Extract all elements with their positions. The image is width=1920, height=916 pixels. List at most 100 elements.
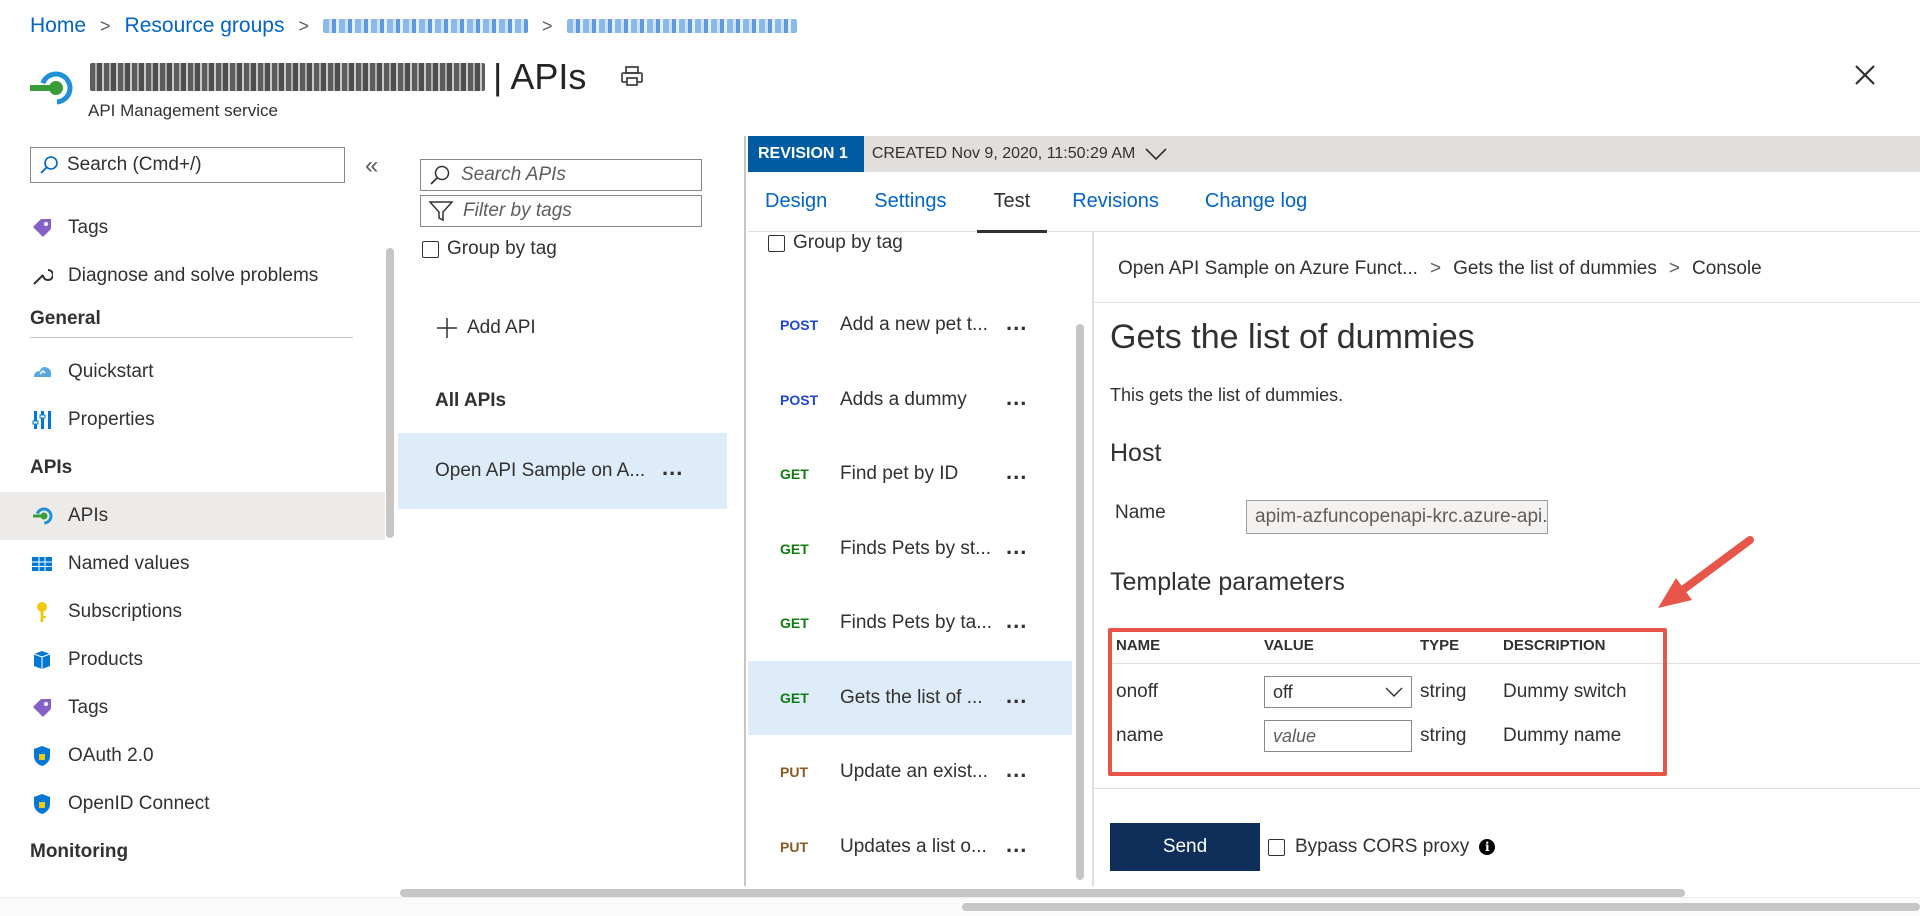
page-subtitle: API Management service bbox=[88, 101, 278, 120]
horizontal-scrollbar[interactable] bbox=[400, 889, 1685, 897]
operation-item[interactable]: PUT Updates a list o... ... bbox=[748, 810, 1072, 884]
table-icon bbox=[30, 552, 54, 576]
revision-created[interactable]: CREATED Nov 9, 2020, 11:50:29 AM bbox=[872, 145, 1168, 163]
console-breadcrumb-api[interactable]: Open API Sample on Azure Funct... bbox=[1118, 258, 1418, 280]
sidebar-item-label: OAuth 2.0 bbox=[68, 745, 154, 766]
checkbox[interactable] bbox=[768, 234, 785, 252]
divider bbox=[1094, 302, 1920, 303]
breadcrumb-service-redacted[interactable] bbox=[566, 19, 797, 33]
more-options-icon[interactable]: ... bbox=[662, 455, 683, 481]
group-by-tag-label: Group by tag bbox=[447, 238, 557, 259]
tab-design[interactable]: Design bbox=[748, 172, 844, 232]
search-apis-placeholder: Search APIs bbox=[461, 164, 566, 185]
sidebar-item-products[interactable]: Products bbox=[0, 636, 385, 684]
more-options-icon[interactable]: ... bbox=[1006, 385, 1027, 411]
sidebar-heading-monitoring: Monitoring bbox=[30, 841, 129, 862]
sidebar-item-tags[interactable]: Tags bbox=[0, 204, 385, 252]
horizontal-scrollbar-page[interactable] bbox=[962, 903, 1920, 911]
operations-scrollbar[interactable] bbox=[1076, 324, 1084, 880]
http-verb: PUT bbox=[780, 764, 808, 780]
operation-name: Gets the list of ... bbox=[840, 687, 983, 708]
page-title: | APIs bbox=[90, 56, 586, 98]
operation-item[interactable]: POST Add a new pet t... ... bbox=[748, 288, 1072, 362]
api-icon bbox=[30, 504, 54, 528]
breadcrumb-separator: > bbox=[1429, 258, 1442, 279]
more-options-icon[interactable]: ... bbox=[1006, 534, 1027, 560]
breadcrumb-resource-groups[interactable]: Resource groups bbox=[125, 14, 285, 38]
more-options-icon[interactable]: ... bbox=[1006, 832, 1027, 858]
operation-name: Update an exist... bbox=[840, 761, 988, 782]
nav-search-input[interactable]: Search (Cmd+/) bbox=[30, 147, 345, 183]
http-verb: POST bbox=[780, 317, 819, 333]
test-console: Open API Sample on Azure Funct... > Gets… bbox=[1094, 232, 1920, 886]
sidebar-item-openid[interactable]: OpenID Connect bbox=[0, 780, 385, 828]
tab-settings[interactable]: Settings bbox=[844, 172, 963, 232]
tab-test[interactable]: Test bbox=[976, 172, 1048, 233]
box-icon bbox=[30, 648, 54, 672]
tag-icon bbox=[30, 216, 54, 240]
breadcrumb-separator: > bbox=[1668, 258, 1680, 279]
operation-item[interactable]: GET Finds Pets by st... ... bbox=[748, 512, 1072, 586]
bypass-cors-checkbox[interactable]: Bypass CORS proxy i bbox=[1268, 836, 1496, 858]
api-management-icon bbox=[30, 71, 73, 105]
more-options-icon[interactable]: ... bbox=[1006, 310, 1027, 336]
api-list-item-selected[interactable]: Open API Sample on A... ... bbox=[398, 433, 727, 509]
operation-item[interactable]: PUT Update an exist... ... bbox=[748, 735, 1072, 809]
sidebar-item-diagnose[interactable]: Diagnose and solve problems bbox=[0, 252, 385, 300]
sidebar-item-subscriptions[interactable]: Subscriptions bbox=[0, 588, 385, 636]
search-icon bbox=[40, 156, 58, 174]
host-heading: Host bbox=[1110, 439, 1162, 467]
operation-name: Finds Pets by ta... bbox=[840, 612, 993, 633]
sidebar-item-label: OpenID Connect bbox=[68, 793, 210, 814]
more-options-icon[interactable]: ... bbox=[1006, 608, 1027, 634]
operation-item-selected[interactable]: GET Gets the list of ... ... bbox=[748, 661, 1072, 735]
all-apis-item[interactable]: All APIs bbox=[435, 390, 506, 412]
nav-scrollbar[interactable] bbox=[386, 248, 394, 538]
breadcrumb-resource-group-redacted[interactable] bbox=[322, 19, 528, 33]
host-select[interactable]: apim-azfuncopenapi-krc.azure-api.net bbox=[1246, 500, 1548, 534]
sidebar-item-tags-api[interactable]: Tags bbox=[0, 684, 385, 732]
operation-name: Find pet by ID bbox=[840, 463, 959, 484]
breadcrumb-separator: > bbox=[541, 15, 553, 36]
checkbox[interactable] bbox=[1268, 838, 1285, 856]
tab-revisions[interactable]: Revisions bbox=[1047, 172, 1176, 232]
sidebar-item-properties[interactable]: Properties bbox=[0, 396, 385, 444]
send-button[interactable]: Send bbox=[1110, 823, 1260, 871]
sidebar-item-named-values[interactable]: Named values bbox=[0, 540, 385, 588]
api-tabs: Design Settings Test Revisions Change lo… bbox=[748, 172, 1920, 233]
host-name-label: Name bbox=[1115, 502, 1166, 523]
group-by-tag-checkbox[interactable]: Group by tag bbox=[768, 232, 903, 254]
print-icon[interactable] bbox=[620, 64, 644, 88]
console-breadcrumb: Open API Sample on Azure Funct... > Gets… bbox=[1118, 258, 1762, 280]
operation-item[interactable]: GET Finds Pets by ta... ... bbox=[748, 586, 1072, 660]
checkbox[interactable] bbox=[422, 240, 439, 258]
sidebar-item-label: Tags bbox=[68, 217, 109, 238]
search-apis-input[interactable]: Search APIs bbox=[420, 159, 702, 191]
page-title-suffix: | APIs bbox=[493, 56, 587, 97]
sidebar-item-oauth[interactable]: OAuth 2.0 bbox=[0, 732, 385, 780]
tab-change-log[interactable]: Change log bbox=[1176, 172, 1324, 232]
search-icon bbox=[430, 165, 450, 185]
collapse-nav-icon[interactable]: « bbox=[365, 152, 378, 180]
api-list-panel: Search APIs Filter by tags Group by tag … bbox=[398, 140, 728, 885]
more-options-icon[interactable]: ... bbox=[1006, 459, 1027, 485]
group-by-tag-checkbox[interactable]: Group by tag bbox=[422, 238, 557, 260]
sidebar-item-quickstart[interactable]: Quickstart bbox=[0, 348, 385, 396]
sidebar-item-label: Quickstart bbox=[68, 361, 154, 382]
breadcrumb-home[interactable]: Home bbox=[30, 14, 86, 38]
filter-tags-placeholder: Filter by tags bbox=[463, 200, 572, 221]
close-icon[interactable] bbox=[1852, 62, 1878, 88]
add-api-button[interactable]: Add API bbox=[435, 316, 536, 340]
filter-tags-input[interactable]: Filter by tags bbox=[420, 195, 702, 227]
operation-item[interactable]: GET Find pet by ID ... bbox=[748, 437, 1072, 511]
sidebar: Tags Diagnose and solve problems General… bbox=[0, 204, 385, 876]
sidebar-item-apis[interactable]: APIs bbox=[0, 492, 385, 540]
operations-list: Group by tag POST Add a new pet t... ...… bbox=[748, 232, 1072, 882]
operation-item[interactable]: POST Adds a dummy ... bbox=[748, 363, 1072, 437]
more-options-icon[interactable]: ... bbox=[1006, 683, 1027, 709]
console-breadcrumb-operation[interactable]: Gets the list of dummies bbox=[1453, 258, 1657, 280]
shield-icon bbox=[30, 744, 54, 768]
more-options-icon[interactable]: ... bbox=[1006, 757, 1027, 783]
highlight-box bbox=[1108, 628, 1667, 776]
info-icon[interactable]: i bbox=[1479, 839, 1496, 855]
